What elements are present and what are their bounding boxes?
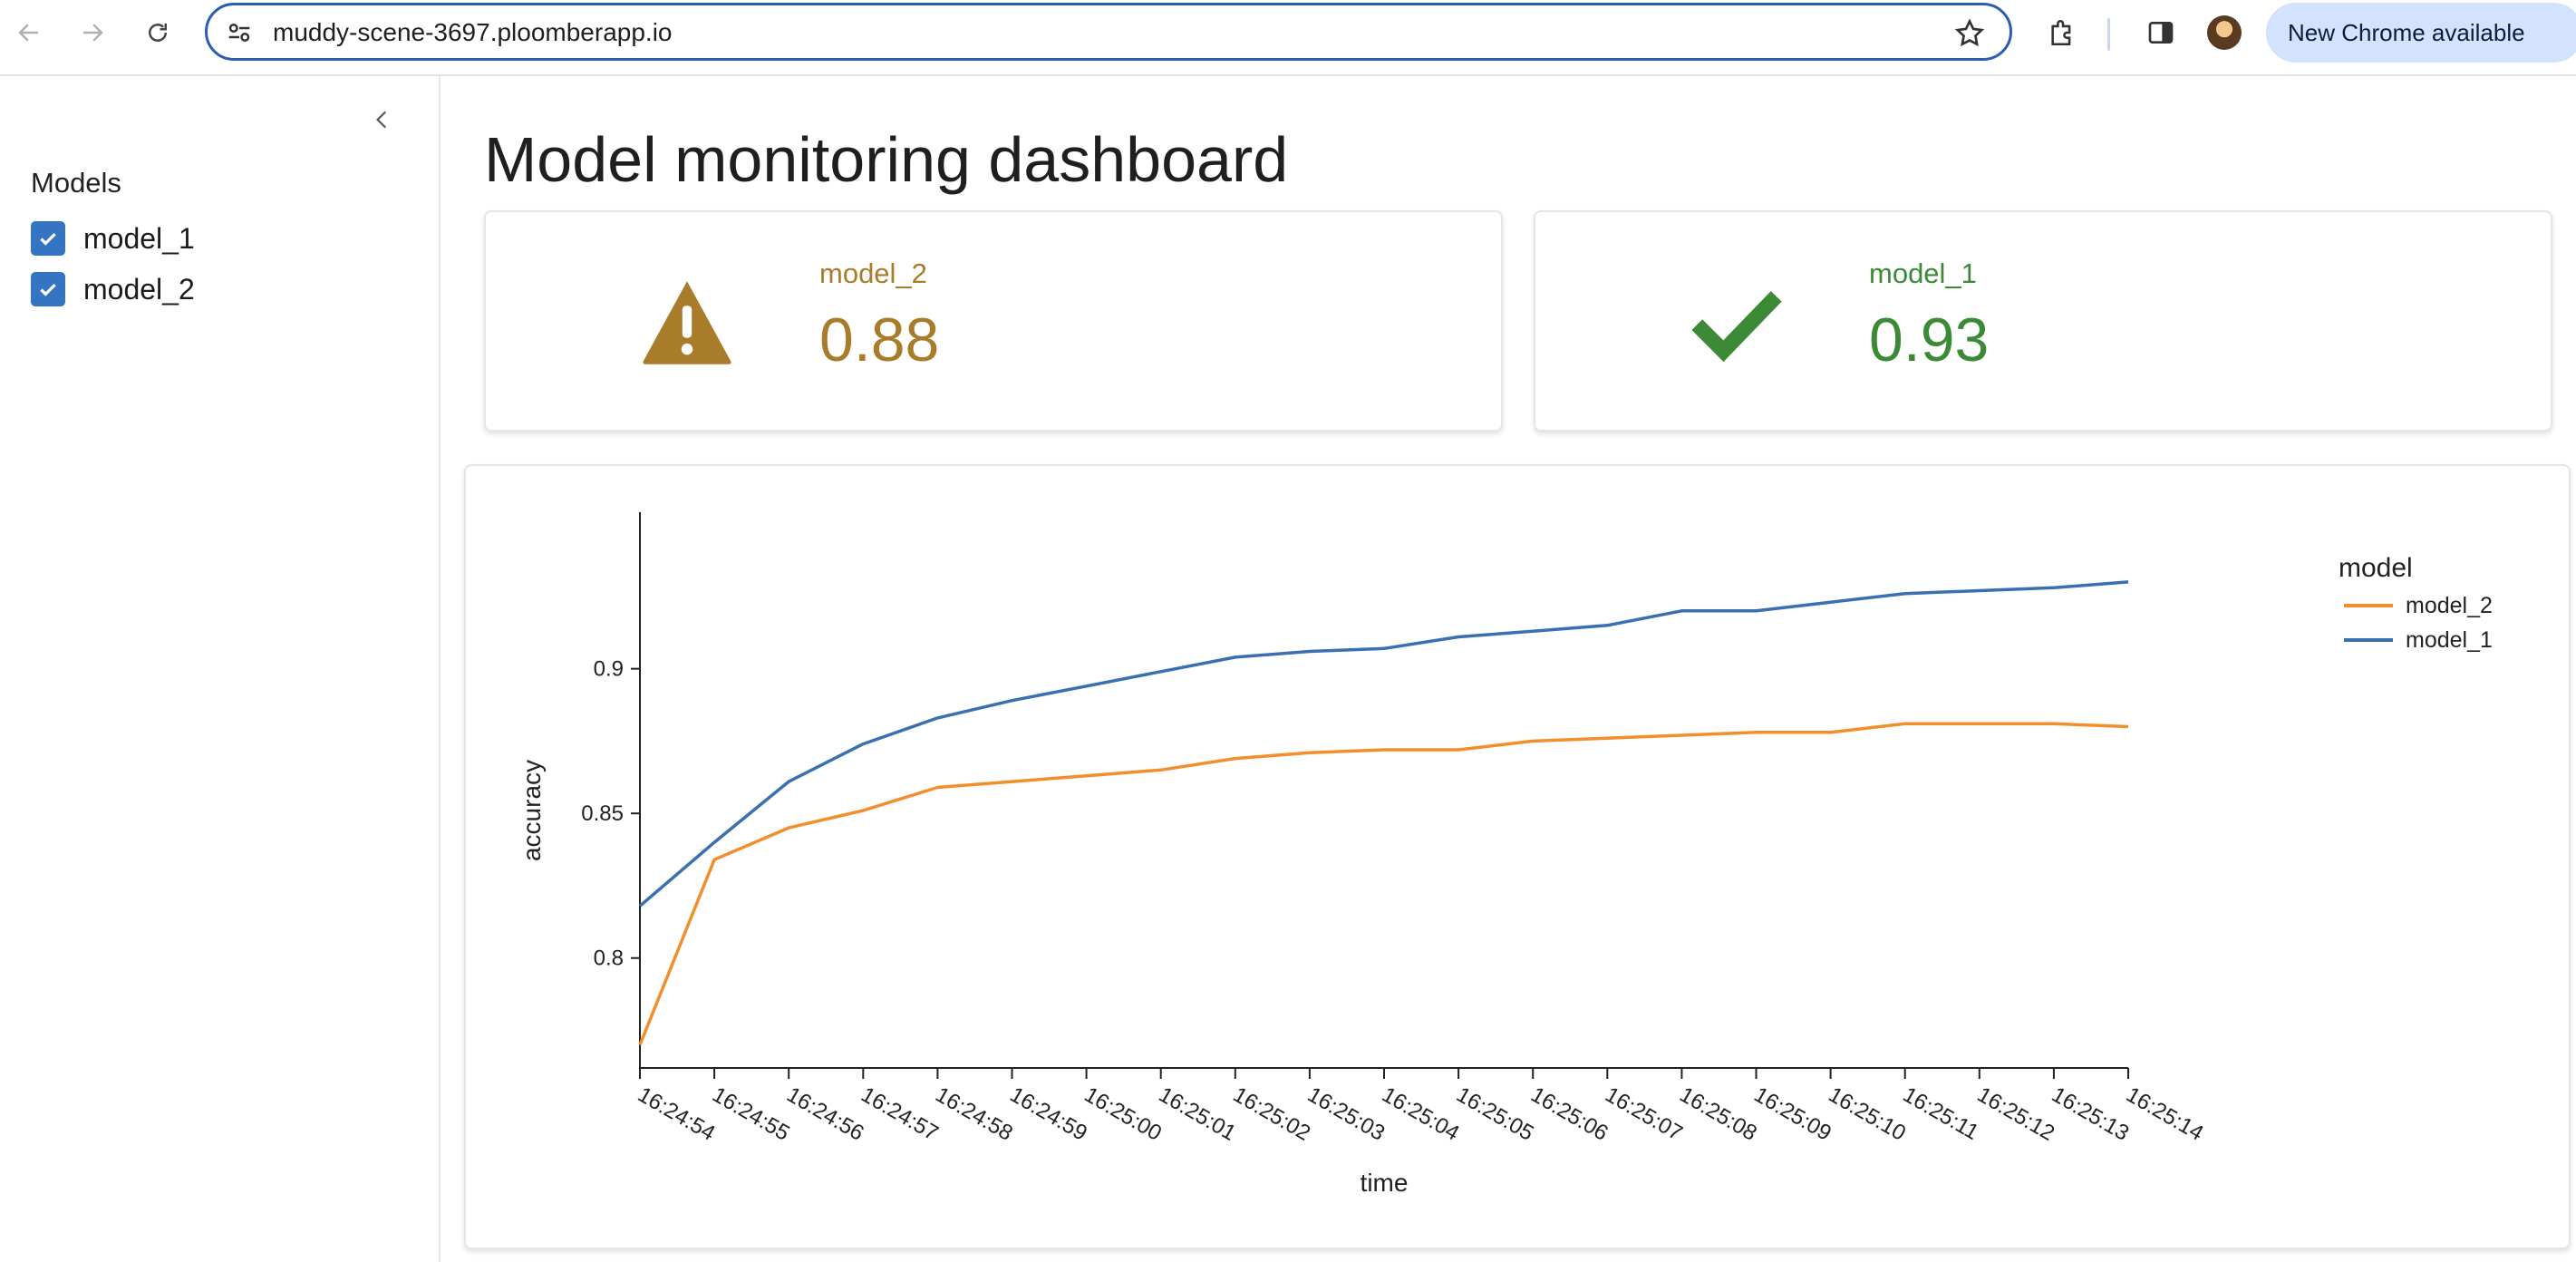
x-tick-label: 16:25:12 bbox=[1973, 1082, 2058, 1146]
checkbox-model-2[interactable]: model_2 bbox=[31, 272, 195, 306]
x-tick-label: 16:25:02 bbox=[1229, 1082, 1314, 1146]
site-settings-icon[interactable] bbox=[226, 19, 253, 46]
x-tick-label: 16:25:13 bbox=[2048, 1082, 2133, 1146]
url-text[interactable]: muddy-scene-3697.ploomberapp.io bbox=[273, 18, 673, 47]
sidebar: Models model_1 model_2 bbox=[0, 76, 441, 1262]
address-bar[interactable]: muddy-scene-3697.ploomberapp.io bbox=[205, 3, 2012, 61]
accuracy-line-chart: 0.80.850.916:24:5416:24:5516:24:5616:24:… bbox=[518, 512, 2493, 1197]
chevron-left-icon bbox=[376, 111, 387, 129]
metric-model-name: model_1 bbox=[1869, 257, 1977, 289]
checkmark-icon bbox=[40, 283, 56, 296]
legend-title: model bbox=[2339, 553, 2413, 583]
legend-label: model_2 bbox=[2406, 593, 2493, 618]
metric-value: 0.93 bbox=[1869, 306, 1990, 374]
puzzle-icon bbox=[2051, 20, 2071, 46]
reload-icon bbox=[149, 24, 167, 42]
x-tick-label: 16:25:14 bbox=[2122, 1082, 2207, 1146]
x-tick-label: 16:24:58 bbox=[931, 1082, 1016, 1146]
x-tick-label: 16:25:04 bbox=[1378, 1082, 1463, 1146]
chrome-update-button[interactable]: New Chrome available bbox=[2266, 3, 2576, 63]
accuracy-chart-card: 0.8 0.85 0.9 16:24:54 16:24:55 16:24:56 16:24:… bbox=[464, 464, 2571, 1249]
x-tick-label: 16:25:01 bbox=[1155, 1082, 1240, 1146]
back-button[interactable] bbox=[9, 13, 49, 53]
checkbox-checked[interactable] bbox=[31, 221, 65, 256]
bookmark-star-icon[interactable] bbox=[1953, 17, 1986, 50]
metric-card-model-2: model_2 0.88 bbox=[484, 210, 1503, 432]
chrome-update-label: New Chrome available bbox=[2288, 18, 2525, 46]
x-tick-label: 16:25:08 bbox=[1675, 1082, 1760, 1146]
checkmark-icon bbox=[40, 232, 56, 246]
x-tick-label: 16:24:54 bbox=[634, 1082, 719, 1146]
check-icon bbox=[1691, 291, 1782, 363]
metric-model-name: model_2 bbox=[819, 257, 927, 289]
x-tick-label: 16:24:56 bbox=[782, 1082, 867, 1146]
x-tick-label: 16:25:00 bbox=[1080, 1082, 1166, 1146]
x-tick-label: 16:24:55 bbox=[708, 1082, 793, 1146]
side-panel-icon bbox=[2148, 22, 2174, 44]
y-tick-label: 0.8 bbox=[594, 946, 624, 971]
checkbox-model-1[interactable]: model_1 bbox=[31, 221, 195, 256]
checkbox-checked[interactable] bbox=[31, 272, 65, 306]
x-axis-title: time bbox=[1361, 1169, 1409, 1197]
series-line-model_1 bbox=[638, 580, 2129, 908]
toolbar-divider bbox=[2107, 18, 2110, 51]
metric-value: 0.88 bbox=[819, 306, 940, 374]
y-axis-title: accuracy bbox=[518, 760, 546, 861]
checkbox-label: model_1 bbox=[83, 221, 195, 255]
profile-avatar[interactable] bbox=[2207, 15, 2242, 50]
arrow-left-icon bbox=[18, 24, 38, 42]
series-line-model_2 bbox=[638, 722, 2129, 1046]
warning-icon bbox=[643, 281, 731, 364]
x-tick-label: 16:25:07 bbox=[1601, 1082, 1686, 1146]
models-heading: Models bbox=[31, 167, 121, 199]
x-tick-label: 16:25:10 bbox=[1825, 1082, 1910, 1146]
forward-button[interactable] bbox=[73, 13, 112, 53]
page-title: Model monitoring dashboard bbox=[484, 124, 1289, 195]
browser-toolbar: muddy-scene-3697.ploomberapp.io New Chro… bbox=[0, 0, 2576, 76]
metric-card-model-1: model_1 0.93 bbox=[1534, 210, 2552, 432]
y-tick-label: 0.9 bbox=[594, 657, 624, 682]
reload-button[interactable] bbox=[138, 13, 178, 53]
x-tick-label: 16:25:05 bbox=[1452, 1082, 1537, 1146]
y-tick-label: 0.85 bbox=[581, 801, 624, 826]
x-tick-label: 16:24:59 bbox=[1006, 1082, 1091, 1146]
x-tick-label: 16:25:03 bbox=[1303, 1082, 1389, 1146]
extensions-button[interactable] bbox=[2045, 15, 2081, 51]
x-tick-label: 16:25:11 bbox=[1899, 1082, 1983, 1145]
x-tick-label: 16:25:06 bbox=[1526, 1082, 1612, 1146]
x-tick-label: 16:25:09 bbox=[1750, 1082, 1835, 1146]
x-tick-label: 16:24:57 bbox=[857, 1082, 942, 1146]
side-panel-button[interactable] bbox=[2143, 15, 2179, 51]
legend-label: model_1 bbox=[2406, 627, 2493, 653]
collapse-sidebar-button[interactable] bbox=[366, 103, 399, 136]
checkbox-label: model_2 bbox=[83, 272, 195, 306]
arrow-right-icon bbox=[83, 24, 103, 42]
